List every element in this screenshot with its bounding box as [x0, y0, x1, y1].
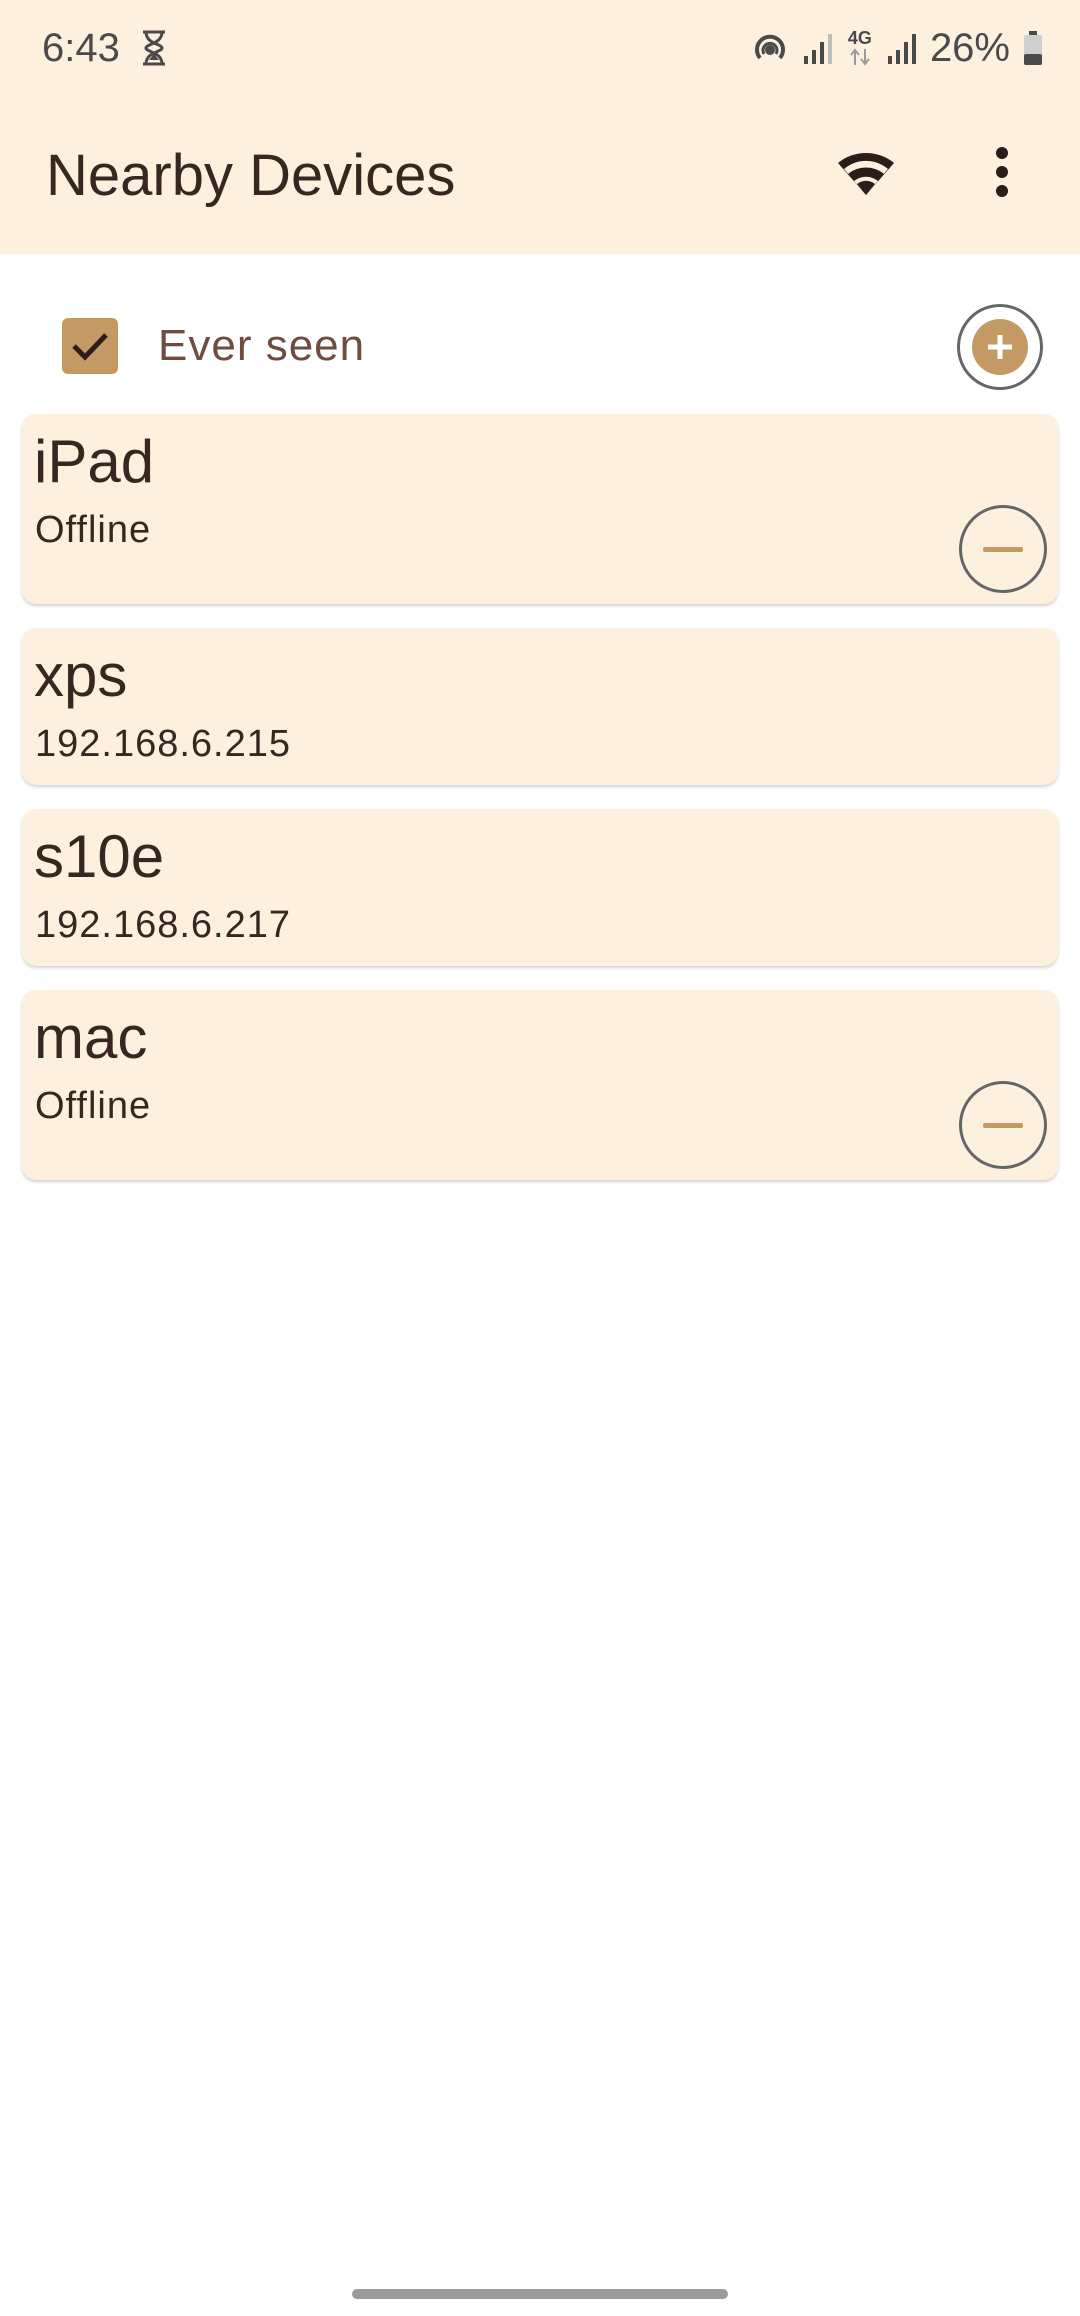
device-list: iPad Offline xps 192.168.6.215 s10e 192.…	[22, 414, 1058, 1180]
status-time: 6:43	[42, 26, 120, 70]
app-bar: Nearby Devices	[0, 98, 1080, 254]
remove-device-button[interactable]	[959, 505, 1047, 593]
network-type: 4G	[847, 28, 872, 48]
more-vert-icon	[996, 147, 1008, 197]
network-indicator: 4G	[846, 29, 874, 67]
wifi-icon	[838, 152, 894, 195]
more-options-button[interactable]	[970, 136, 1034, 208]
remove-device-button[interactable]	[959, 1081, 1047, 1169]
device-card-xps[interactable]: xps 192.168.6.215	[22, 628, 1058, 785]
device-name: mac	[34, 1004, 148, 1071]
device-status: Offline	[35, 1085, 152, 1127]
wifi-button[interactable]	[830, 136, 902, 208]
battery-icon	[1024, 31, 1042, 65]
device-card-ipad[interactable]: iPad Offline	[22, 414, 1058, 604]
minus-icon	[983, 1122, 1023, 1128]
data-arrows-icon	[850, 48, 870, 66]
device-name: s10e	[34, 823, 165, 890]
signal-icon	[803, 34, 832, 64]
filter-row: Ever seen	[0, 290, 1080, 400]
status-bar: 6:43 4G 26%	[0, 0, 1080, 98]
device-status: Offline	[35, 509, 152, 551]
ever-seen-label[interactable]: Ever seen	[158, 318, 365, 374]
home-indicator[interactable]	[352, 2289, 728, 2299]
status-icons: 4G 26%	[750, 22, 1044, 74]
page-title: Nearby Devices	[46, 143, 456, 208]
device-card-mac[interactable]: mac Offline	[22, 990, 1058, 1180]
device-card-s10e[interactable]: s10e 192.168.6.217	[22, 809, 1058, 966]
add-icon	[972, 319, 1028, 375]
device-name: xps	[34, 642, 128, 709]
ever-seen-checkbox[interactable]	[62, 318, 118, 374]
minus-icon	[983, 546, 1023, 552]
hotspot-icon	[754, 34, 785, 60]
device-address: 192.168.6.217	[35, 904, 292, 946]
battery-percent: 26%	[929, 26, 1010, 70]
check-icon	[72, 333, 108, 361]
hourglass-icon	[143, 30, 165, 66]
signal-icon-2	[887, 34, 916, 64]
device-address: 192.168.6.215	[35, 723, 292, 765]
device-name: iPad	[34, 428, 155, 495]
add-device-button[interactable]	[957, 304, 1043, 390]
